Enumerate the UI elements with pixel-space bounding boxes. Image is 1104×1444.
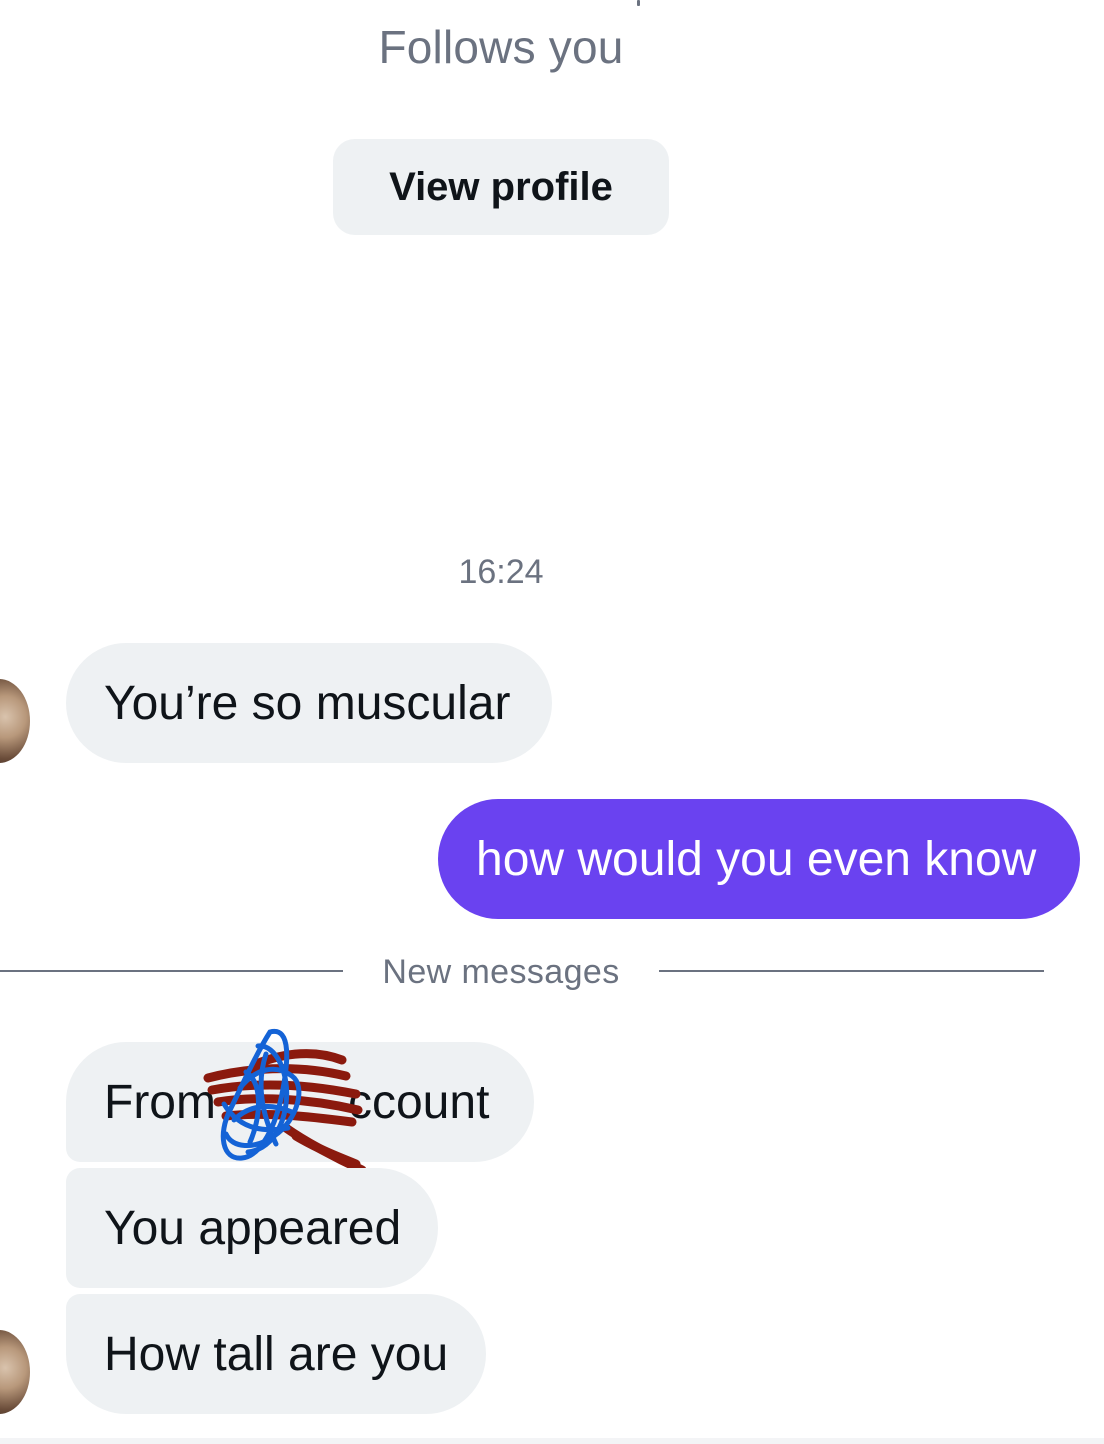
composer-edge [0,1438,1104,1444]
follows-you-label: Follows you [378,21,624,73]
message-text: how would you even know [476,832,1037,886]
redaction-scribble [203,1028,367,1175]
profile-name-cutoff [0,0,1104,8]
message-timestamp: 16:24 [458,553,544,591]
message-text: How tall are you [104,1327,449,1381]
incoming-message[interactable]: You’re so muscular [66,643,552,763]
view-profile-button[interactable]: View profile [333,139,669,235]
incoming-message[interactable]: How tall are you [66,1294,486,1414]
message-text: You’re so muscular [104,676,511,730]
divider-line-right [659,970,1044,972]
sender-avatar[interactable] [0,1330,30,1414]
dm-conversation: Follows you View profile 16:24 You’re so… [0,0,1104,1444]
new-messages-divider: New messages [0,953,1044,993]
incoming-message[interactable]: You appeared [66,1168,438,1288]
outgoing-message[interactable]: how would you even know [438,799,1080,919]
message-text: You appeared [104,1201,402,1255]
new-messages-label: New messages [382,953,620,991]
sender-avatar[interactable] [0,679,30,763]
divider-line-left [0,970,343,972]
